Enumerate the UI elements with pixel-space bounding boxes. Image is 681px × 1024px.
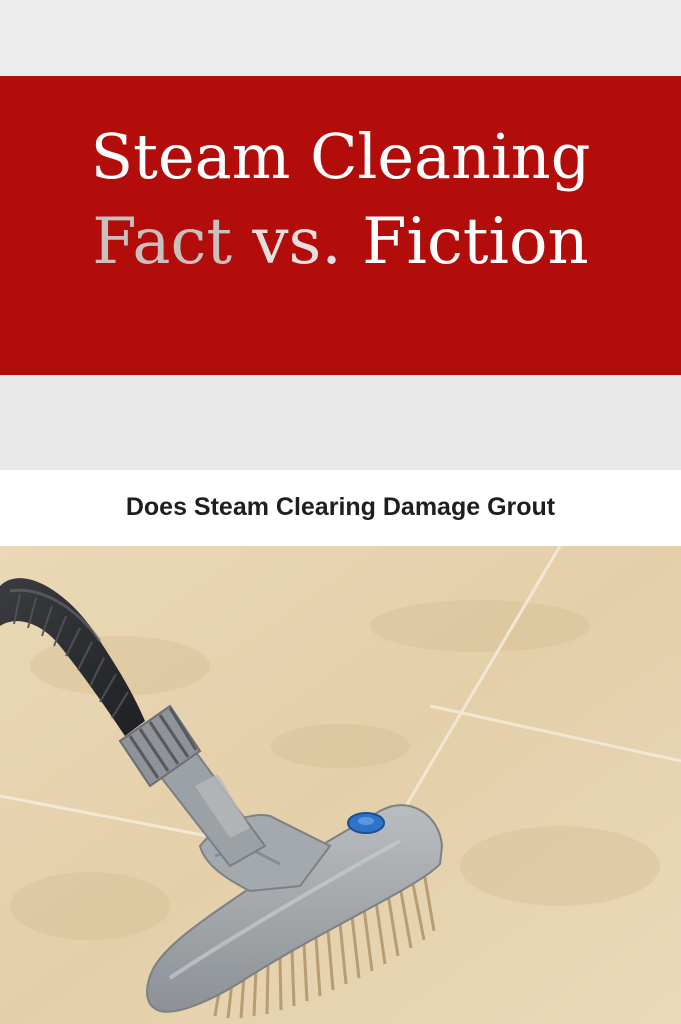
steam-cleaner-brush-icon	[0, 546, 681, 1024]
gray-band	[0, 375, 681, 470]
title-word-vs: vs.	[252, 205, 342, 279]
steam-cleaner-photo	[0, 546, 681, 1024]
top-band	[0, 0, 681, 76]
title-line-2: Fact vs. Fiction	[0, 202, 681, 282]
title-word-fact: Fact	[92, 205, 233, 279]
subtitle: Does Steam Clearing Damage Grout	[125, 493, 556, 521]
title-word-fiction: Fiction	[362, 205, 589, 279]
pin-graphic: Steam Cleaning Fact vs. Fiction Does Ste…	[0, 0, 681, 1024]
title-line-1: Steam Cleaning	[90, 120, 591, 193]
